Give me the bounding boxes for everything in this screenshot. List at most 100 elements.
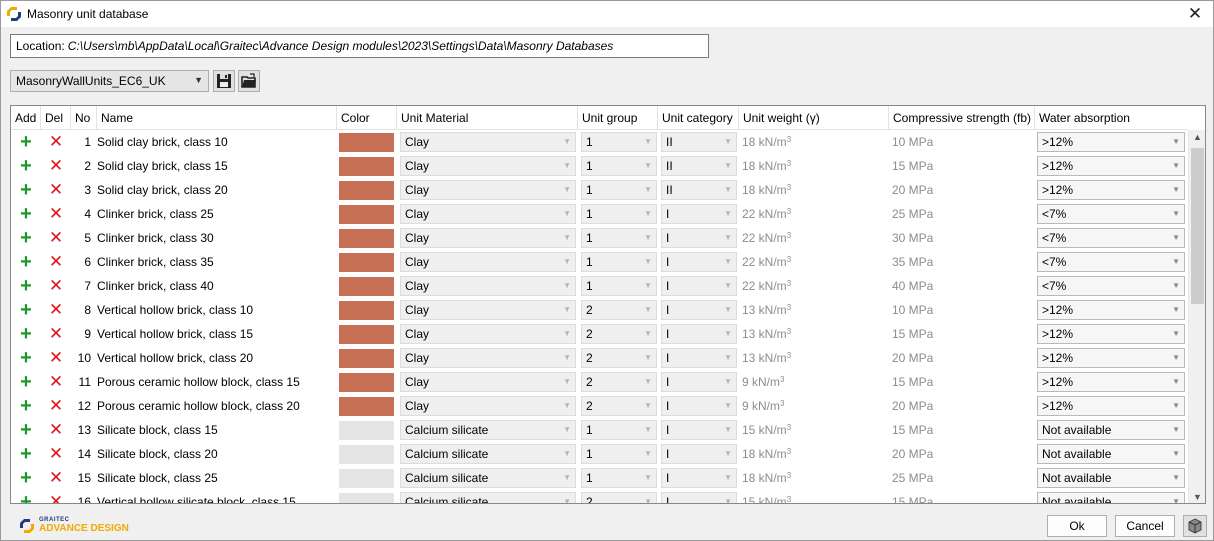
compressive-strength-value[interactable]: 15 MPa bbox=[892, 418, 933, 442]
unit-name[interactable]: Vertical hollow brick, class 15 bbox=[97, 322, 253, 346]
delete-row-icon[interactable]: ✕ bbox=[41, 178, 71, 202]
compressive-strength-value[interactable]: 20 MPa bbox=[892, 178, 933, 202]
unit-material-select[interactable]: Clay ▼ bbox=[400, 132, 576, 152]
unit-material-select[interactable]: Clay ▼ bbox=[400, 276, 576, 296]
unit-weight-value[interactable]: 15 kN/m3 bbox=[742, 418, 791, 442]
compressive-strength-value[interactable]: 25 MPa bbox=[892, 202, 933, 226]
database-select[interactable]: MasonryWallUnits_EC6_UK ▼ bbox=[10, 70, 209, 92]
water-absorption-select[interactable]: <7% ▼ bbox=[1037, 228, 1185, 248]
delete-row-icon[interactable]: ✕ bbox=[41, 346, 71, 370]
delete-row-icon[interactable]: ✕ bbox=[41, 298, 71, 322]
unit-name[interactable]: Porous ceramic hollow block, class 15 bbox=[97, 370, 300, 394]
unit-name[interactable]: Porous ceramic hollow block, class 20 bbox=[97, 394, 300, 418]
add-row-icon[interactable]: + bbox=[11, 178, 41, 202]
unit-group-select[interactable]: 1 ▼ bbox=[581, 276, 657, 296]
unit-group-select[interactable]: 2 ▼ bbox=[581, 300, 657, 320]
unit-name[interactable]: Clinker brick, class 40 bbox=[97, 274, 214, 298]
compressive-strength-value[interactable]: 15 MPa bbox=[892, 154, 933, 178]
water-absorption-select[interactable]: >12% ▼ bbox=[1037, 324, 1185, 344]
unit-weight-value[interactable]: 22 kN/m3 bbox=[742, 226, 791, 250]
unit-category-select[interactable]: I ▼ bbox=[661, 420, 737, 440]
water-absorption-select[interactable]: Not available ▼ bbox=[1037, 492, 1185, 503]
compressive-strength-value[interactable]: 20 MPa bbox=[892, 346, 933, 370]
unit-group-select[interactable]: 1 ▼ bbox=[581, 228, 657, 248]
color-swatch[interactable] bbox=[339, 253, 394, 272]
delete-row-icon[interactable]: ✕ bbox=[41, 370, 71, 394]
unit-group-select[interactable]: 2 ▼ bbox=[581, 396, 657, 416]
unit-weight-value[interactable]: 9 kN/m3 bbox=[742, 394, 784, 418]
color-swatch[interactable] bbox=[339, 229, 394, 248]
add-row-icon[interactable]: + bbox=[11, 466, 41, 490]
color-swatch[interactable] bbox=[339, 469, 394, 488]
compressive-strength-value[interactable]: 15 MPa bbox=[892, 322, 933, 346]
water-absorption-select[interactable]: >12% ▼ bbox=[1037, 180, 1185, 200]
unit-group-select[interactable]: 1 ▼ bbox=[581, 468, 657, 488]
water-absorption-select[interactable]: >12% ▼ bbox=[1037, 372, 1185, 392]
water-absorption-select[interactable]: <7% ▼ bbox=[1037, 252, 1185, 272]
unit-weight-value[interactable]: 22 kN/m3 bbox=[742, 202, 791, 226]
open-database-button[interactable] bbox=[238, 70, 260, 92]
water-absorption-select[interactable]: <7% ▼ bbox=[1037, 276, 1185, 296]
table-row[interactable]: + ✕ 1 Solid clay brick, class 10 Clay ▼ 1 ▼ II ▼ 1… bbox=[11, 130, 1189, 154]
unit-category-select[interactable]: II ▼ bbox=[661, 156, 737, 176]
color-swatch[interactable] bbox=[339, 373, 394, 392]
unit-group-select[interactable]: 1 ▼ bbox=[581, 204, 657, 224]
add-row-icon[interactable]: + bbox=[11, 226, 41, 250]
compressive-strength-value[interactable]: 10 MPa bbox=[892, 130, 933, 154]
unit-material-select[interactable]: Calcium silicate ▼ bbox=[400, 492, 576, 503]
delete-row-icon[interactable]: ✕ bbox=[41, 130, 71, 154]
unit-material-select[interactable]: Calcium silicate ▼ bbox=[400, 468, 576, 488]
cancel-button[interactable]: Cancel bbox=[1115, 515, 1175, 537]
add-row-icon[interactable]: + bbox=[11, 418, 41, 442]
scrollbar-thumb[interactable] bbox=[1191, 148, 1204, 304]
table-row[interactable]: + ✕ 7 Clinker brick, class 40 Clay ▼ 1 ▼ I ▼ 22 kN… bbox=[11, 274, 1189, 298]
add-row-icon[interactable]: + bbox=[11, 274, 41, 298]
table-row[interactable]: + ✕ 12 Porous ceramic hollow block, class 2… bbox=[11, 394, 1189, 418]
delete-row-icon[interactable]: ✕ bbox=[41, 466, 71, 490]
compressive-strength-value[interactable]: 35 MPa bbox=[892, 250, 933, 274]
unit-group-select[interactable]: 1 ▼ bbox=[581, 156, 657, 176]
delete-row-icon[interactable]: ✕ bbox=[41, 250, 71, 274]
unit-name[interactable]: Solid clay brick, class 20 bbox=[97, 178, 228, 202]
water-absorption-select[interactable]: Not available ▼ bbox=[1037, 468, 1185, 488]
color-swatch[interactable] bbox=[339, 493, 394, 503]
table-row[interactable]: + ✕ 2 Solid clay brick, class 15 Clay ▼ 1 ▼ II ▼ 1… bbox=[11, 154, 1189, 178]
unit-category-select[interactable]: II ▼ bbox=[661, 180, 737, 200]
compressive-strength-value[interactable]: 10 MPa bbox=[892, 298, 933, 322]
compressive-strength-value[interactable]: 25 MPa bbox=[892, 466, 933, 490]
water-absorption-select[interactable]: <7% ▼ bbox=[1037, 204, 1185, 224]
compressive-strength-value[interactable]: 40 MPa bbox=[892, 274, 933, 298]
color-swatch[interactable] bbox=[339, 205, 394, 224]
unit-weight-value[interactable]: 13 kN/m3 bbox=[742, 298, 791, 322]
unit-category-select[interactable]: I ▼ bbox=[661, 372, 737, 392]
delete-row-icon[interactable]: ✕ bbox=[41, 274, 71, 298]
unit-name[interactable]: Vertical hollow brick, class 20 bbox=[97, 346, 253, 370]
add-row-icon[interactable]: + bbox=[11, 154, 41, 178]
unit-category-select[interactable]: I ▼ bbox=[661, 324, 737, 344]
add-row-icon[interactable]: + bbox=[11, 298, 41, 322]
save-database-button[interactable] bbox=[213, 70, 235, 92]
unit-material-select[interactable]: Clay ▼ bbox=[400, 180, 576, 200]
table-row[interactable]: + ✕ 3 Solid clay brick, class 20 Clay ▼ 1 ▼ II ▼ 1… bbox=[11, 178, 1189, 202]
unit-group-select[interactable]: 1 ▼ bbox=[581, 132, 657, 152]
unit-weight-value[interactable]: 22 kN/m3 bbox=[742, 274, 791, 298]
unit-category-select[interactable]: I ▼ bbox=[661, 276, 737, 296]
table-row[interactable]: + ✕ 11 Porous ceramic hollow block, class 1… bbox=[11, 370, 1189, 394]
unit-name[interactable]: Silicate block, class 25 bbox=[97, 466, 218, 490]
delete-row-icon[interactable]: ✕ bbox=[41, 442, 71, 466]
table-row[interactable]: + ✕ 13 Silicate block, class 15 Calcium sili… bbox=[11, 418, 1189, 442]
location-field[interactable]: Location: C:\Users\mb\AppData\Local\Grait… bbox=[10, 34, 709, 58]
water-absorption-select[interactable]: Not available ▼ bbox=[1037, 444, 1185, 464]
unit-weight-value[interactable]: 13 kN/m3 bbox=[742, 346, 791, 370]
water-absorption-select[interactable]: >12% ▼ bbox=[1037, 156, 1185, 176]
delete-row-icon[interactable]: ✕ bbox=[41, 226, 71, 250]
unit-category-select[interactable]: I ▼ bbox=[661, 492, 737, 503]
unit-weight-value[interactable]: 18 kN/m3 bbox=[742, 130, 791, 154]
add-row-icon[interactable]: + bbox=[11, 490, 41, 503]
unit-weight-value[interactable]: 18 kN/m3 bbox=[742, 442, 791, 466]
table-row[interactable]: + ✕ 8 Vertical hollow brick, class 10 Clay ▼ 2… bbox=[11, 298, 1189, 322]
unit-group-select[interactable]: 2 ▼ bbox=[581, 492, 657, 503]
unit-material-select[interactable]: Clay ▼ bbox=[400, 348, 576, 368]
delete-row-icon[interactable]: ✕ bbox=[41, 490, 71, 503]
add-row-icon[interactable]: + bbox=[11, 346, 41, 370]
